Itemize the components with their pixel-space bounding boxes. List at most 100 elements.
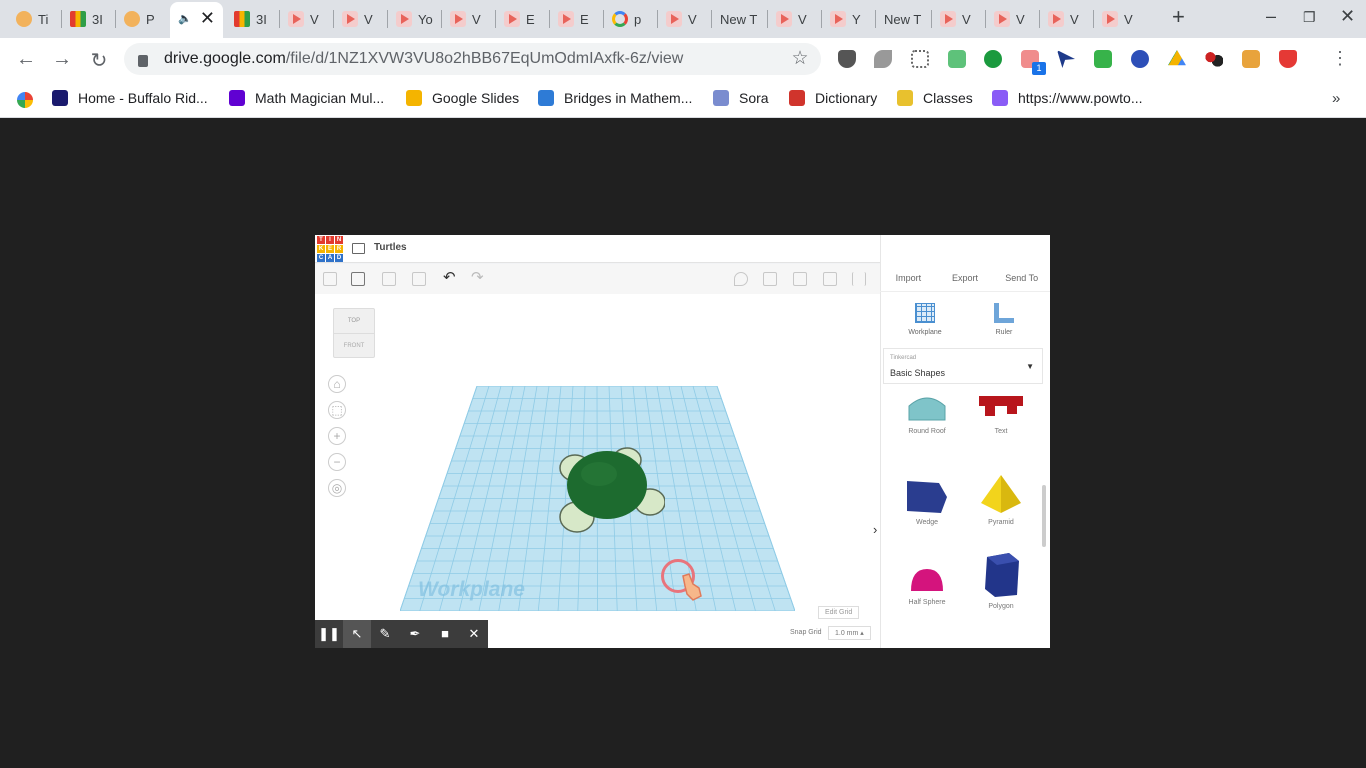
shape-pyramid[interactable]: Pyramid bbox=[976, 473, 1026, 526]
browser-tab[interactable]: E bbox=[496, 4, 547, 34]
apps-icon[interactable] bbox=[17, 92, 33, 108]
kebab-menu-icon[interactable]: ⋮ bbox=[1328, 48, 1352, 69]
turtle-model[interactable] bbox=[555, 444, 665, 534]
bookmark-item[interactable]: Home - Buffalo Rid... bbox=[52, 90, 208, 106]
browser-tab[interactable]: V bbox=[334, 4, 385, 34]
duplicate-icon[interactable] bbox=[382, 272, 396, 286]
pause-icon[interactable]: ❚❚ bbox=[315, 620, 343, 648]
shield-extension-icon[interactable] bbox=[838, 50, 856, 68]
browser-tab[interactable]: Yo bbox=[388, 4, 439, 34]
view-cube-top[interactable]: TOP bbox=[334, 309, 374, 334]
shapes-scrollbar[interactable] bbox=[1042, 485, 1046, 547]
browser-tab[interactable]: 🔈 ✕ bbox=[170, 2, 223, 38]
bookmark-item[interactable]: Sora bbox=[713, 90, 769, 106]
redo-icon[interactable]: ↷ bbox=[471, 268, 484, 286]
design-list-icon[interactable] bbox=[352, 243, 365, 254]
design-title[interactable]: Turtles bbox=[374, 242, 407, 253]
paste-icon[interactable] bbox=[351, 272, 365, 286]
camera-icon[interactable]: ■ bbox=[431, 620, 459, 648]
shape-polygon[interactable]: Polygon bbox=[976, 551, 1026, 610]
mirror-icon[interactable] bbox=[852, 272, 866, 286]
google-drive-icon[interactable] bbox=[1168, 50, 1186, 66]
zoom-in-icon[interactable]: + bbox=[328, 427, 346, 445]
import-button[interactable]: Import bbox=[880, 265, 937, 291]
browser-tab[interactable]: E bbox=[550, 4, 601, 34]
home-view-icon[interactable]: ⌂ bbox=[328, 375, 346, 393]
browser-tab[interactable]: V bbox=[932, 4, 983, 34]
send-to-button[interactable]: Send To bbox=[993, 265, 1050, 291]
close-icon[interactable]: ✕ bbox=[460, 620, 488, 648]
browser-tab[interactable]: V bbox=[986, 4, 1037, 34]
browser-tab[interactable]: V bbox=[1040, 4, 1091, 34]
pen-icon[interactable]: ✎ bbox=[371, 620, 399, 648]
group-icon[interactable] bbox=[793, 272, 807, 286]
drive-extension-icon[interactable] bbox=[948, 50, 966, 68]
globe-extension-icon[interactable] bbox=[1242, 50, 1260, 68]
new-tab-button[interactable]: + bbox=[1172, 4, 1185, 30]
browser-tab[interactable]: V bbox=[658, 4, 709, 34]
shield-red-extension-icon[interactable] bbox=[1279, 50, 1297, 68]
browser-tab[interactable]: V bbox=[280, 4, 331, 34]
edit-grid-button[interactable]: Edit Grid bbox=[818, 606, 860, 619]
back-icon[interactable]: ← bbox=[14, 48, 38, 71]
browser-tab[interactable]: 3I bbox=[62, 4, 113, 34]
zoom-out-icon[interactable]: − bbox=[328, 453, 346, 471]
browser-tab[interactable]: P bbox=[116, 4, 167, 34]
forward-icon[interactable]: → bbox=[50, 48, 74, 71]
bookmark-item[interactable]: Classes bbox=[897, 90, 973, 106]
browser-tab[interactable]: Y bbox=[822, 4, 873, 34]
browser-tab[interactable]: 3I bbox=[226, 4, 277, 34]
browser-tab[interactable]: Ti bbox=[8, 4, 59, 34]
export-button[interactable]: Export bbox=[937, 265, 994, 291]
bookmark-item[interactable]: https://www.powto... bbox=[992, 90, 1143, 106]
view-cube-front[interactable]: FRONT bbox=[334, 334, 374, 359]
bookmark-item[interactable]: Bridges in Mathem... bbox=[538, 90, 692, 106]
browser-tab[interactable]: V bbox=[1094, 4, 1145, 34]
close-tab-icon[interactable]: ✕ bbox=[200, 8, 215, 29]
shape-round-roof[interactable]: Round Roof bbox=[902, 392, 952, 435]
video-player[interactable]: TINKERCAD Turtles ↶ ↷ TOP FRONT ⌂ ⬚ + − … bbox=[315, 235, 1050, 648]
browser-tab[interactable]: V bbox=[768, 4, 819, 34]
tinkercad-logo[interactable]: TIN KER CAD bbox=[317, 236, 343, 262]
shape-text[interactable]: Text bbox=[976, 392, 1026, 435]
smile-extension-icon[interactable] bbox=[1094, 50, 1112, 68]
collapse-panel-icon[interactable]: › bbox=[873, 522, 877, 537]
view-cube[interactable]: TOP FRONT bbox=[333, 308, 375, 358]
dots-extension-icon[interactable] bbox=[1205, 50, 1223, 68]
bookmark-item[interactable]: Math Magician Mul... bbox=[229, 90, 384, 106]
apps-extension-icon[interactable] bbox=[911, 50, 929, 68]
close-window-icon[interactable]: ✕ bbox=[1340, 6, 1355, 27]
shape-library-select[interactable]: Tinkercad Basic Shapes ▼ bbox=[883, 348, 1043, 384]
fit-view-icon[interactable]: ⬚ bbox=[328, 401, 346, 419]
address-bar[interactable]: drive.google.com/file/d/1NZ1XVW3VU8o2hBB… bbox=[124, 43, 821, 75]
browser-tab[interactable]: New T bbox=[712, 4, 765, 34]
snap-grid-select[interactable]: 1.0 mm ▴ bbox=[828, 626, 871, 640]
browser-tab[interactable]: New T bbox=[876, 4, 929, 34]
pointer-icon[interactable]: ↖ bbox=[343, 620, 371, 648]
copy-icon[interactable] bbox=[323, 272, 337, 286]
undo-icon[interactable]: ↶ bbox=[443, 268, 456, 286]
browser-tab[interactable]: p bbox=[604, 4, 655, 34]
comment-icon[interactable] bbox=[763, 272, 777, 286]
shape-wedge[interactable]: Wedge bbox=[902, 477, 952, 526]
perspective-icon[interactable]: ◎ bbox=[328, 479, 346, 497]
minimize-icon[interactable]: – bbox=[1266, 6, 1276, 27]
bookmarks-overflow-icon[interactable]: » bbox=[1332, 90, 1340, 107]
cursor-extension-icon[interactable] bbox=[1057, 50, 1075, 68]
bird-extension-icon[interactable] bbox=[874, 50, 892, 68]
highlighter-icon[interactable]: ✒ bbox=[401, 620, 429, 648]
k-extension-icon[interactable] bbox=[1131, 50, 1149, 68]
reload-icon[interactable]: ↻ bbox=[87, 48, 111, 73]
maximize-icon[interactable]: ❐ bbox=[1303, 9, 1316, 26]
workplane-tool[interactable]: Workplane bbox=[900, 303, 950, 336]
3d-canvas[interactable]: TOP FRONT ⌂ ⬚ + − ◎ Workplane Edit Grid … bbox=[315, 294, 880, 648]
align-icon[interactable] bbox=[823, 272, 837, 286]
shape-half-sphere[interactable]: Half Sphere bbox=[902, 565, 952, 606]
note-icon[interactable] bbox=[734, 272, 748, 286]
bookmark-item[interactable]: Dictionary bbox=[789, 90, 877, 106]
ruler-tool[interactable]: Ruler bbox=[979, 303, 1029, 336]
pin-extension-icon[interactable] bbox=[984, 50, 1002, 68]
bookmark-star-icon[interactable]: ☆ bbox=[788, 47, 812, 70]
browser-tab[interactable]: V bbox=[442, 4, 493, 34]
bookmark-item[interactable]: Google Slides bbox=[406, 90, 519, 106]
